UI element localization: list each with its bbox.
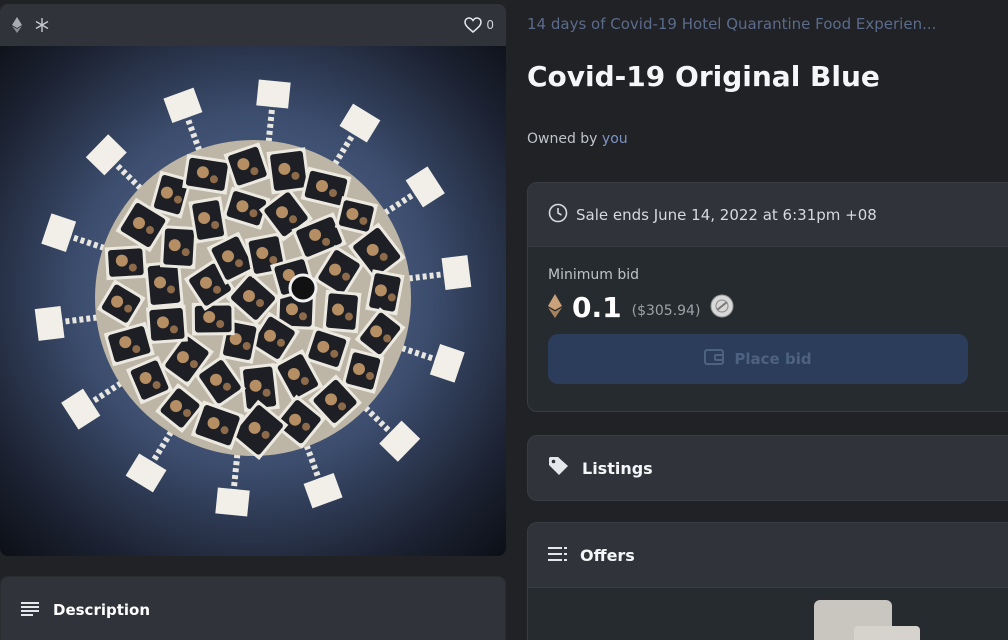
tag-icon [548, 456, 570, 480]
list-icon [548, 546, 568, 565]
heart-icon[interactable] [464, 17, 483, 33]
min-bid-label: Minimum bid [548, 267, 639, 283]
trade-station: Sale ends June 14, 2022 at 6:31pm +08 Mi… [527, 182, 1008, 412]
empty-offers-illustration-card [854, 626, 920, 640]
sale-timer: Sale ends June 14, 2022 at 6:31pm +08 [528, 183, 1008, 247]
price-amount: 0.1 [572, 291, 622, 324]
price-row: 0.1 ($305.94) [548, 291, 996, 324]
nft-artwork[interactable] [0, 46, 506, 556]
snowflake-icon [34, 17, 50, 33]
owned-by-text: Owned by [527, 131, 598, 147]
description-panel[interactable]: Description [0, 576, 506, 640]
list-icon [21, 601, 39, 620]
listings-label: Listings [582, 458, 653, 478]
place-bid-button[interactable]: Place bid [548, 334, 968, 384]
ethereum-icon [548, 293, 562, 322]
offers-label: Offers [580, 545, 635, 565]
listings-panel[interactable]: Listings [527, 435, 1008, 501]
sale-ends-text: Sale ends June 14, 2022 at 6:31pm +08 [576, 205, 877, 224]
collection-link[interactable]: 14 days of Covid-19 Hotel Quarantine Foo… [527, 15, 1008, 33]
place-bid-label: Place bid [734, 350, 812, 368]
description-label: Description [53, 601, 151, 619]
nft-image-card: 0 [0, 4, 506, 556]
wallet-icon [704, 348, 725, 370]
offers-header[interactable]: Offers [528, 523, 1008, 587]
owner-link[interactable]: you [602, 131, 628, 147]
offers-empty-state [528, 587, 1008, 640]
item-title: Covid-19 Original Blue [527, 60, 880, 93]
ownership-line: Owned by you [527, 131, 628, 147]
offers-panel[interactable]: Offers [527, 522, 1008, 640]
bid-section: Minimum bid 0.1 ($305.94) Place bid [528, 247, 1008, 411]
listings-header[interactable]: Listings [528, 436, 1008, 500]
favorite-count: 0 [486, 18, 494, 32]
price-fiat: ($305.94) [631, 302, 701, 319]
favorite-control[interactable]: 0 [464, 17, 494, 33]
coin-icon [710, 294, 734, 322]
clock-icon [548, 203, 568, 227]
ethereum-icon [12, 17, 28, 33]
artwork-collage [34, 79, 472, 517]
image-card-header: 0 [0, 4, 506, 46]
